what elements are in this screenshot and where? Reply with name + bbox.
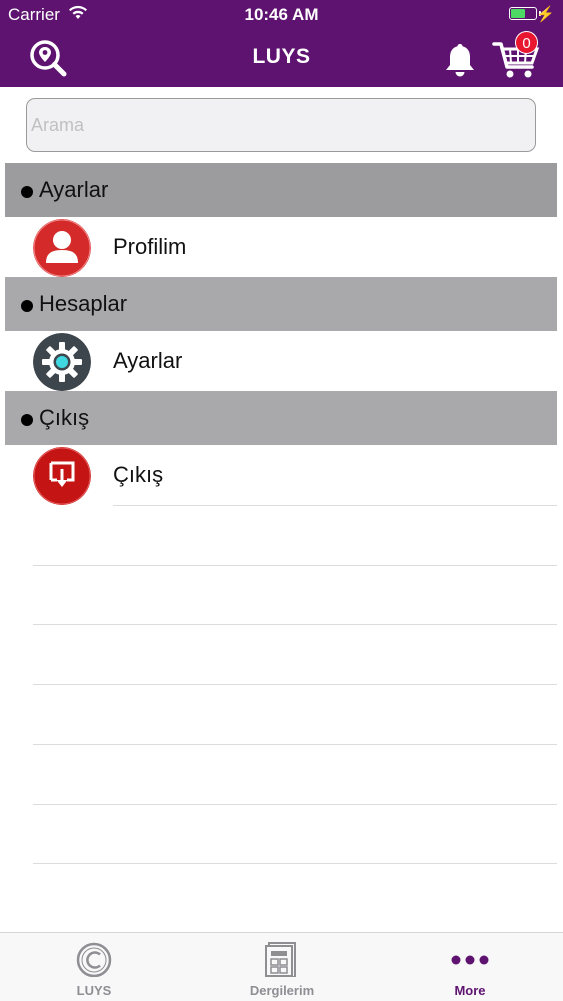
- section-header-label: Hesaplar: [39, 291, 128, 316]
- row-separator: [113, 505, 557, 506]
- logout-icon: [33, 447, 91, 505]
- section-header-label: Çıkış: [39, 405, 90, 430]
- menu-item-ayarlar[interactable]: Ayarlar: [0, 331, 563, 391]
- menu-item-cikis[interactable]: Çıkış: [0, 445, 563, 505]
- menu-item-label: Ayarlar: [113, 348, 183, 373]
- row-separator: [33, 565, 557, 566]
- tab-luys[interactable]: LUYS: [0, 933, 188, 1001]
- tab-label: Dergilerim: [249, 983, 315, 998]
- copyright-icon: [76, 942, 112, 977]
- tab-dergilerim[interactable]: Dergilerim: [188, 933, 376, 1001]
- bullet-icon: [21, 186, 33, 198]
- nav-bar: LUYS 0: [0, 30, 563, 87]
- menu-item-label: Profilim: [113, 234, 187, 259]
- clock: 10:46 AM: [244, 5, 319, 24]
- bullet-icon: [21, 414, 33, 426]
- battery-icon: [509, 7, 537, 20]
- cart-count-badge: 0: [515, 31, 538, 54]
- tab-label: LUYS: [76, 983, 112, 998]
- row-separator: [33, 744, 557, 745]
- tab-bar: LUYS Dergilerim More: [0, 932, 563, 1001]
- search-input[interactable]: [26, 98, 536, 152]
- user-icon: [33, 219, 91, 277]
- more-icon: [451, 955, 489, 965]
- charging-icon: ⚡: [536, 6, 555, 23]
- section-header-cikis: Çıkış: [5, 391, 557, 445]
- search-box: [26, 98, 536, 152]
- bell-icon[interactable]: [440, 40, 480, 80]
- row-separator: [33, 804, 557, 805]
- row-separator: [33, 624, 557, 625]
- menu-item-label: Çıkış: [113, 462, 164, 487]
- section-header-ayarlar: Ayarlar: [5, 163, 557, 217]
- tab-label: More: [454, 983, 486, 998]
- bullet-icon: [21, 300, 33, 312]
- menu-item-profilim[interactable]: Profilim: [0, 217, 563, 277]
- status-bar: Carrier 10:46 AM ⚡: [0, 0, 563, 30]
- row-separator: [33, 684, 557, 685]
- section-header-label: Ayarlar: [39, 177, 109, 202]
- gear-icon: [33, 333, 91, 391]
- tab-more[interactable]: More: [376, 933, 563, 1001]
- magazine-icon: [265, 942, 296, 977]
- row-separator: [33, 863, 557, 864]
- section-header-hesaplar: Hesaplar: [5, 277, 557, 331]
